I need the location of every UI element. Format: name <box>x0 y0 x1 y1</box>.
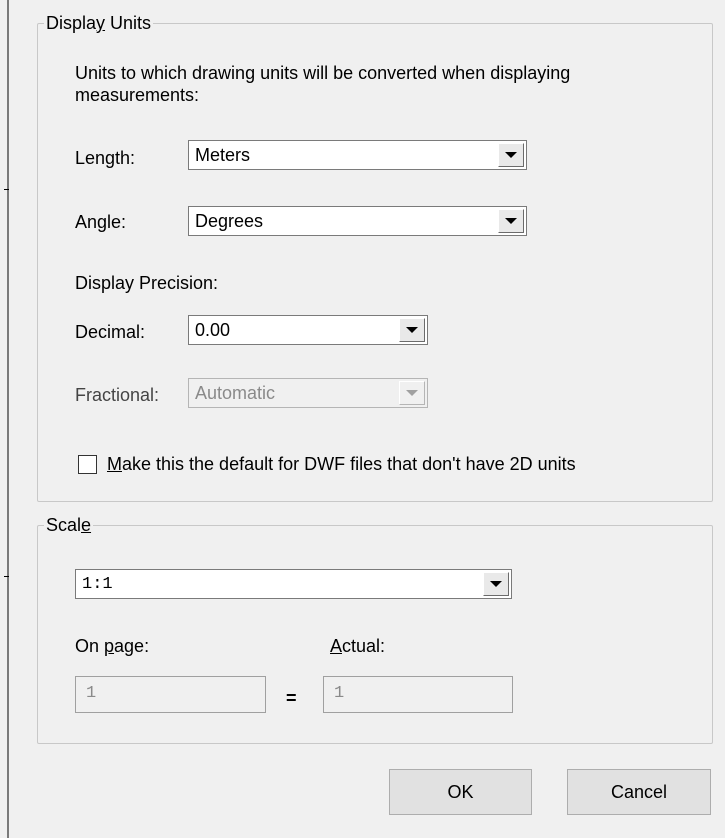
chevron-down-icon[interactable] <box>498 143 524 167</box>
edge-tick <box>4 576 9 577</box>
equals-sign: = <box>286 688 297 708</box>
chevron-down-icon[interactable] <box>483 572 509 596</box>
display-units-description: Units to which drawing units will be con… <box>75 63 571 105</box>
decimal-precision-value: 0.00 <box>195 320 231 340</box>
scale-select[interactable]: 1:1 <box>75 569 512 599</box>
ok-button[interactable]: OK <box>389 769 532 815</box>
edge-tick <box>4 189 9 190</box>
fractional-precision-select: Automatic <box>188 378 428 408</box>
angle-select[interactable]: Degrees <box>188 206 527 236</box>
fractional-label: Fractional: <box>75 385 160 405</box>
window-edge <box>7 0 9 838</box>
actual-input: 1 <box>323 676 513 713</box>
decimal-label: Decimal: <box>75 322 146 342</box>
display-units-legend: Display Units <box>46 13 152 33</box>
fractional-precision-value: Automatic <box>195 383 276 403</box>
length-label: Length: <box>75 148 136 168</box>
on-page-input: 1 <box>75 676 266 713</box>
default-units-checkbox[interactable] <box>78 455 97 474</box>
decimal-precision-select[interactable]: 0.00 <box>188 315 428 345</box>
actual-label: Actual: <box>330 636 386 656</box>
default-units-checkbox-label[interactable]: Make this the default for DWF files that… <box>107 454 576 475</box>
scale-select-value: 1:1 <box>82 575 113 594</box>
cancel-button[interactable]: Cancel <box>567 769 711 815</box>
angle-select-value: Degrees <box>195 211 264 231</box>
display-precision-heading: Display Precision: <box>75 273 219 293</box>
chevron-down-icon[interactable] <box>498 209 524 233</box>
actual-value: 1 <box>334 684 345 703</box>
chevron-down-icon <box>399 381 425 405</box>
chevron-down-icon[interactable] <box>399 318 425 342</box>
length-select[interactable]: Meters <box>188 140 527 170</box>
scale-legend: Scale <box>46 515 92 535</box>
on-page-value: 1 <box>86 684 97 703</box>
on-page-label: On page: <box>75 636 150 656</box>
length-select-value: Meters <box>195 145 251 165</box>
angle-label: Angle: <box>75 212 127 232</box>
